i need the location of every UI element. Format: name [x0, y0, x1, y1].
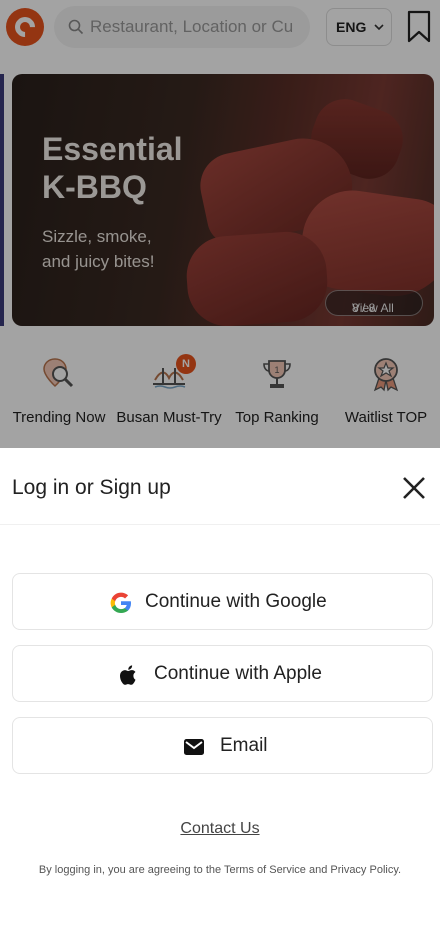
divider: [0, 524, 440, 525]
google-icon: [110, 592, 131, 613]
login-sheet: Log in or Sign up Continue with Google C…: [0, 448, 440, 950]
continue-with-google-button[interactable]: Continue with Google: [12, 573, 433, 630]
mail-icon: [184, 739, 204, 755]
continue-with-email-button[interactable]: Email: [12, 717, 433, 774]
contact-us-link[interactable]: Contact Us: [0, 820, 440, 838]
apple-button-label: Continue with Apple: [154, 663, 322, 684]
email-button-label: Email: [220, 735, 268, 756]
close-icon[interactable]: [398, 472, 430, 504]
google-button-label: Continue with Google: [145, 591, 327, 612]
terms-notice: By logging in, you are agreeing to the T…: [38, 864, 402, 876]
apple-icon: [120, 665, 136, 685]
continue-with-apple-button[interactable]: Continue with Apple: [12, 645, 433, 702]
sheet-title: Log in or Sign up: [12, 476, 171, 499]
